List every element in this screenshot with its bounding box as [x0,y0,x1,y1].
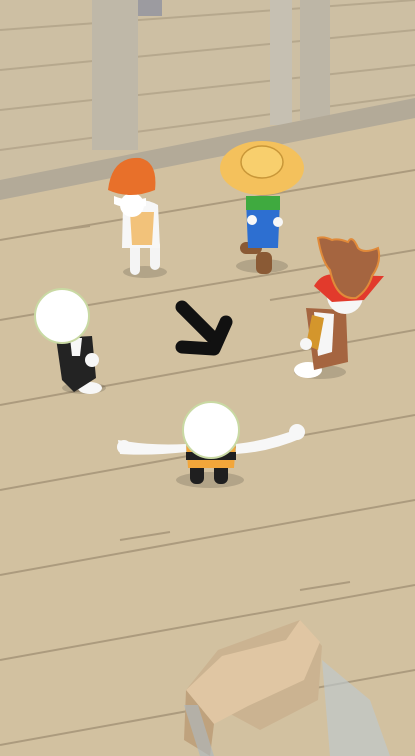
wall-post-right [300,0,330,120]
game-scene [0,0,415,756]
wall-post-mid [270,0,292,125]
wall-post-left [92,0,138,150]
